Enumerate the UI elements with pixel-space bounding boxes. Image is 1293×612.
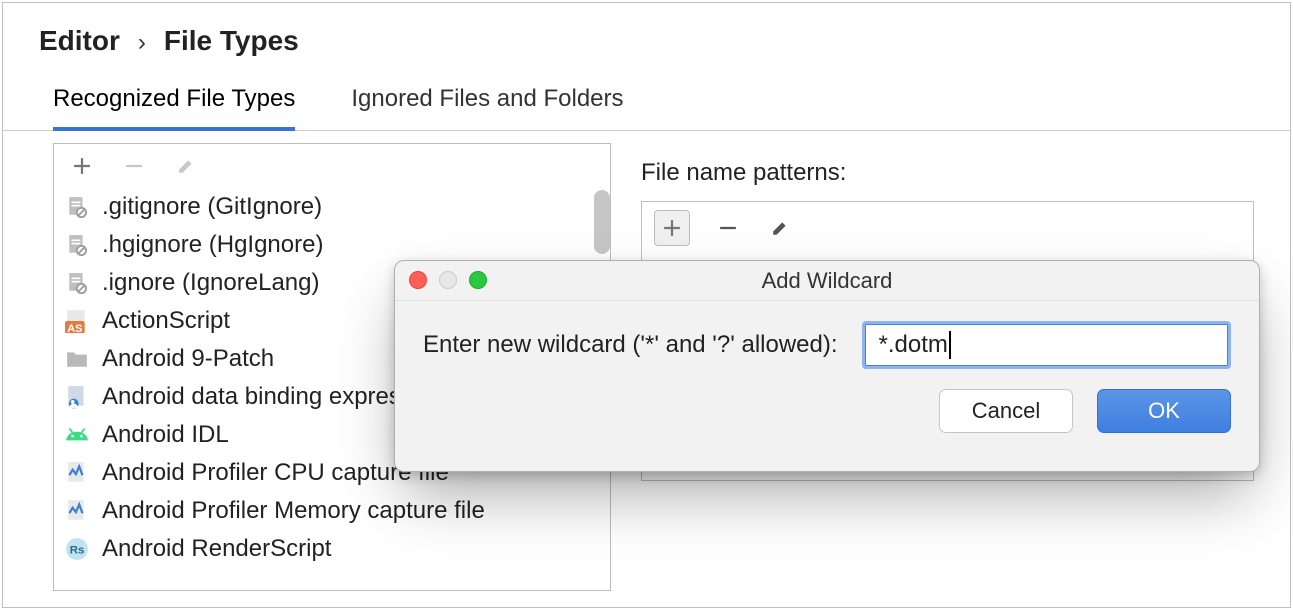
file-ignore-icon [64,232,90,258]
breadcrumb-current: File Types [164,25,299,57]
profiler-mem-icon [64,498,90,524]
edit-pattern-button[interactable] [766,214,794,242]
plus-icon [659,215,685,241]
pencil-icon [767,215,793,241]
tab-recognized-file-types[interactable]: Recognized File Types [53,75,295,131]
pencil-icon [173,153,199,179]
add-wildcard-dialog: Add Wildcard Enter new wildcard ('*' and… [394,260,1260,472]
text-caret [949,331,951,359]
list-item[interactable]: Android Profiler Memory capture file [54,492,610,530]
list-item-label: Android IDL [102,421,229,449]
plus-icon [69,153,95,179]
list-item[interactable]: .hgignore (HgIgnore) [54,226,610,264]
list-item-label: .hgignore (HgIgnore) [102,231,323,259]
list-item[interactable]: .gitignore (GitIgnore) [54,188,610,226]
list-item[interactable]: Rs Android RenderScript [54,530,610,568]
tabs: Recognized File Types Ignored Files and … [3,75,1290,131]
remove-pattern-button[interactable] [714,214,742,242]
dialog-prompt: Enter new wildcard ('*' and '?' allowed)… [423,331,838,359]
list-item-label: ActionScript [102,307,230,335]
minimize-window-button [439,271,457,289]
profiler-cpu-icon [64,460,90,486]
close-window-button[interactable] [409,271,427,289]
dialog-titlebar[interactable]: Add Wildcard [395,261,1259,301]
add-pattern-button[interactable] [654,210,690,246]
android-idl-icon [64,422,90,448]
remove-file-type-button[interactable] [120,152,148,180]
dialog-body: Enter new wildcard ('*' and '?' allowed)… [395,301,1259,379]
dialog-title: Add Wildcard [762,268,893,294]
breadcrumb: Editor › File Types [3,3,1290,75]
list-item-label: Android RenderScript [102,535,331,563]
minus-icon [715,215,741,241]
list-item-label: Android Profiler Memory capture file [102,497,485,525]
breadcrumb-separator: › [138,29,146,57]
scrollbar-thumb[interactable] [594,190,610,254]
tab-ignored-files-folders[interactable]: Ignored Files and Folders [351,75,623,130]
folder-icon [64,346,90,372]
breadcrumb-parent[interactable]: Editor [39,25,120,57]
list-item-label: .ignore (IgnoreLang) [102,269,319,297]
window-controls [409,271,487,289]
wildcard-input-value: *.dotm [879,331,948,359]
file-ignore-icon [64,194,90,220]
file-ignore-icon [64,270,90,296]
zoom-window-button[interactable] [469,271,487,289]
svg-text:Rs: Rs [70,544,85,556]
ok-button[interactable]: OK [1097,389,1231,433]
data-binding-icon [64,384,90,410]
edit-file-type-button[interactable] [172,152,200,180]
dialog-buttons: Cancel OK [395,379,1259,451]
list-item-label: .gitignore (GitIgnore) [102,193,322,221]
as-icon: AS [64,308,90,334]
wildcard-input[interactable]: *.dotm [862,321,1231,369]
list-item-label: Android 9-Patch [102,345,274,373]
minus-icon [121,153,147,179]
add-file-type-button[interactable] [68,152,96,180]
patterns-title: File name patterns: [641,159,1254,187]
rs-icon: Rs [64,536,90,562]
svg-text:AS: AS [67,323,82,333]
cancel-button[interactable]: Cancel [939,389,1073,433]
file-types-toolbar [54,144,610,188]
patterns-toolbar [642,202,1253,254]
